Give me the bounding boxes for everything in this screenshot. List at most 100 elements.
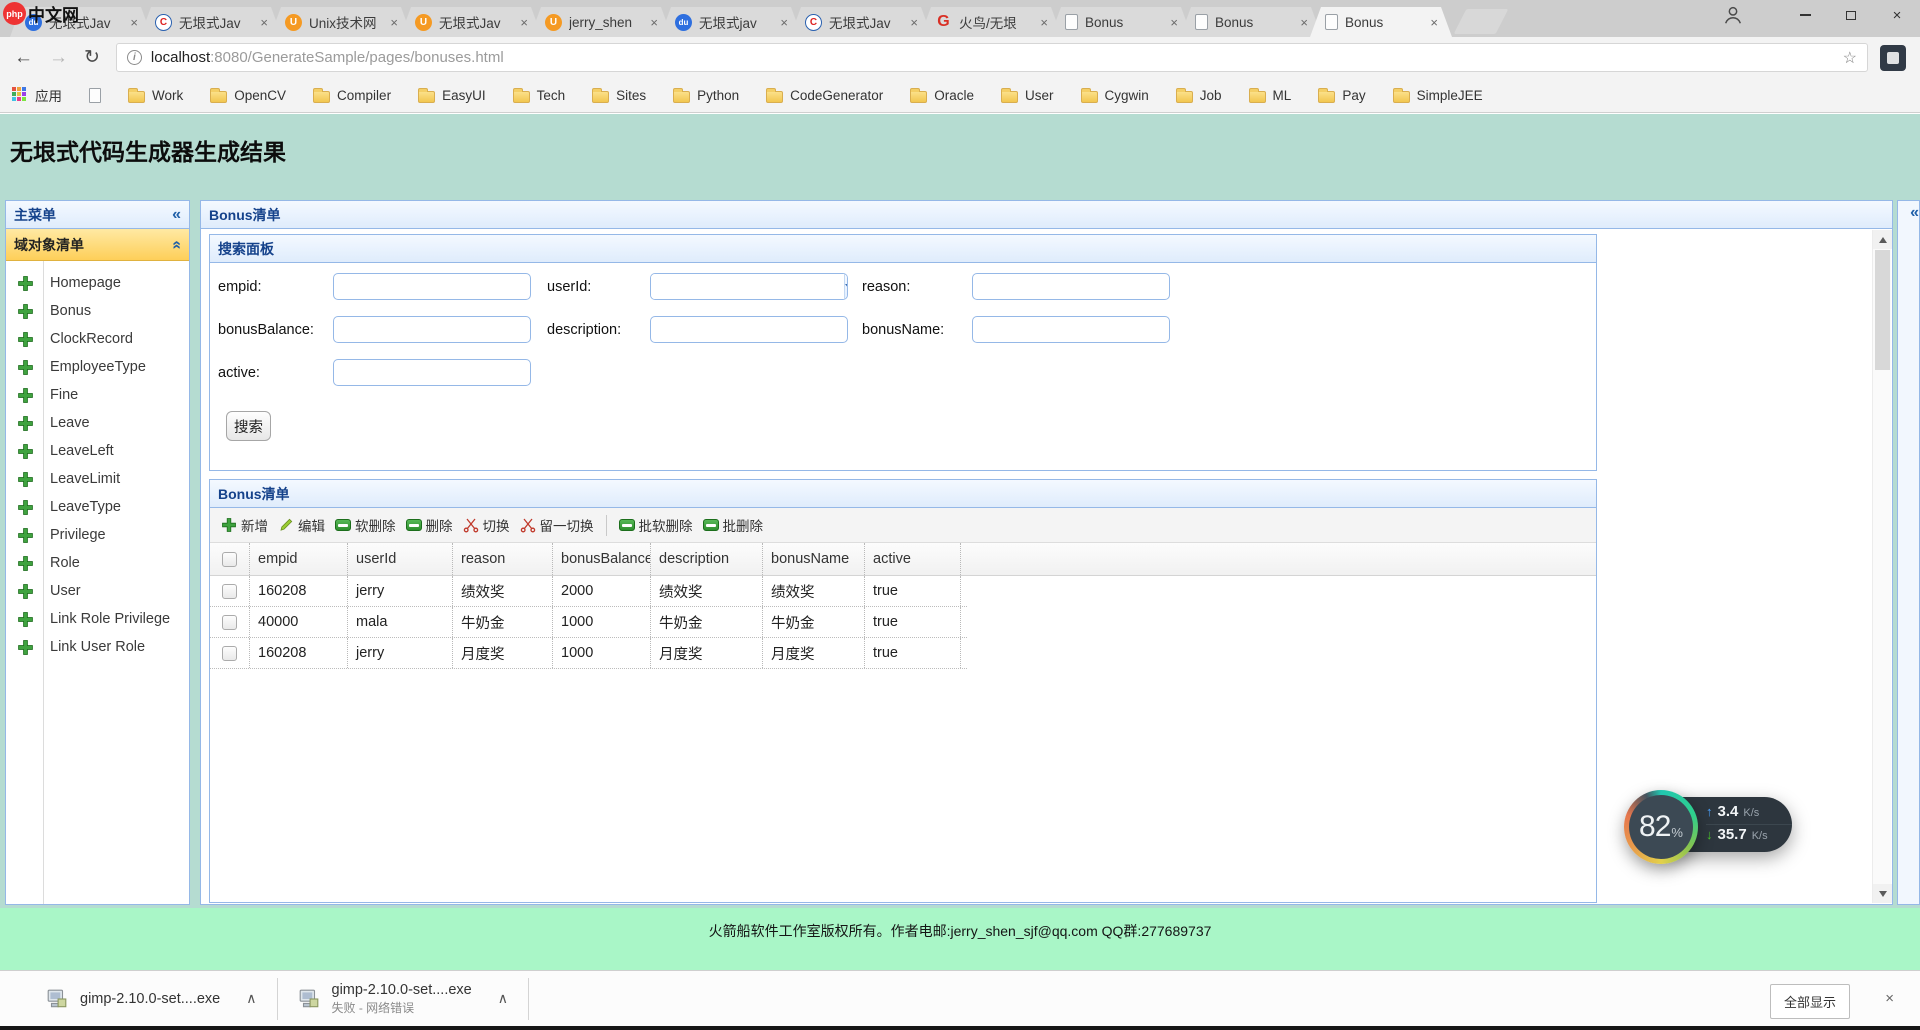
download-bar-close-icon[interactable]: × — [1885, 990, 1894, 1007]
bookmark-folder-pay[interactable]: Pay — [1318, 88, 1365, 103]
tab-close-icon[interactable]: × — [910, 15, 918, 30]
tab-close-icon[interactable]: × — [1430, 15, 1438, 30]
bookmark-folder-user[interactable]: User — [1001, 88, 1054, 103]
download-item-1[interactable]: gimp-2.10.0-set....exe ∧ — [46, 988, 257, 1010]
table-row[interactable]: 160208 jerry 月度奖 1000 月度奖 月度奖 true — [210, 638, 967, 669]
bookmark-folder-codegenerator[interactable]: CodeGenerator — [766, 88, 883, 103]
show-all-downloads-button[interactable]: 全部显示 — [1770, 984, 1850, 1019]
collapse-up-icon[interactable]: « — [169, 240, 185, 249]
scroll-down-button[interactable] — [1873, 884, 1892, 903]
chevron-down-icon[interactable] — [844, 274, 848, 299]
column-header-description[interactable]: description — [651, 543, 763, 575]
window-close-button[interactable]: × — [1874, 0, 1920, 30]
bookmark-page-icon[interactable] — [89, 88, 101, 103]
apps-shortcut[interactable]: 应用 — [12, 85, 62, 105]
tab-unix-tech[interactable]: U Unix技术网 × — [270, 7, 412, 37]
column-header-userid[interactable]: userId — [348, 543, 453, 575]
column-header-reason[interactable]: reason — [453, 543, 553, 575]
tab-wuyinshi-java-2[interactable]: C 无垠式Jav × — [140, 7, 282, 37]
bookmark-folder-compiler[interactable]: Compiler — [313, 88, 391, 103]
column-header-bonusname[interactable]: bonusName — [763, 543, 865, 575]
bookmark-folder-work[interactable]: Work — [128, 88, 183, 103]
bookmark-folder-ml[interactable]: ML — [1249, 88, 1292, 103]
bookmark-folder-easyui[interactable]: EasyUI — [418, 88, 486, 103]
scrollbar-thumb[interactable] — [1875, 250, 1890, 370]
profile-avatar-icon[interactable] — [1722, 4, 1744, 26]
bonusbalance-input[interactable] — [333, 316, 531, 343]
tab-wuyinshi-java-5[interactable]: C 无垠式Jav × — [790, 7, 932, 37]
keep-one-toggle-button[interactable]: 留一切换 — [515, 512, 599, 538]
tab-close-icon[interactable]: × — [1300, 15, 1308, 30]
tab-jerry-shen[interactable]: U jerry_shen × — [530, 7, 672, 37]
description-input[interactable] — [650, 316, 848, 343]
sidebar-item-clockrecord[interactable]: ClockRecord — [6, 325, 189, 353]
bookmark-folder-job[interactable]: Job — [1176, 88, 1222, 103]
tab-wuyinshi-java-4[interactable]: du 无垠式jav × — [660, 7, 802, 37]
table-row[interactable]: 40000 mala 牛奶金 1000 牛奶金 牛奶金 true — [210, 607, 967, 638]
tab-close-icon[interactable]: × — [390, 15, 398, 30]
new-tab-button[interactable] — [1454, 9, 1509, 34]
tab-wuyinshi-java-3[interactable]: U 无垠式Jav × — [400, 7, 542, 37]
delete-button[interactable]: 删除 — [401, 512, 458, 538]
row-checkbox[interactable] — [222, 615, 237, 630]
sidebar-item-homepage[interactable]: Homepage — [6, 269, 189, 297]
collapse-left-icon[interactable]: « — [172, 207, 181, 223]
memory-gauge-ring[interactable]: 82 % — [1624, 790, 1698, 864]
sidebar-item-leavetype[interactable]: LeaveType — [6, 493, 189, 521]
download-item-2[interactable]: gimp-2.10.0-set....exe 失败 - 网络错误 ∧ — [298, 982, 509, 1016]
info-icon[interactable]: i — [127, 50, 142, 65]
tab-close-icon[interactable]: × — [650, 15, 658, 30]
sidebar-item-employeetype[interactable]: EmployeeType — [6, 353, 189, 381]
minimize-button[interactable] — [1782, 0, 1828, 30]
soft-delete-button[interactable]: 软删除 — [330, 512, 401, 538]
row-checkbox[interactable] — [222, 646, 237, 661]
accordion-header-domain-objects[interactable]: 域对象清单 « — [6, 229, 189, 261]
bookmark-folder-sites[interactable]: Sites — [592, 88, 646, 103]
bookmark-folder-python[interactable]: Python — [673, 88, 739, 103]
bookmark-folder-opencv[interactable]: OpenCV — [210, 88, 286, 103]
tab-huoniao[interactable]: G 火鸟/无垠 × — [920, 7, 1062, 37]
column-header-empid[interactable]: empid — [250, 543, 348, 575]
maximize-button[interactable] — [1828, 0, 1874, 30]
batch-delete-button[interactable]: 批删除 — [698, 512, 769, 538]
sidebar-item-leavelimit[interactable]: LeaveLimit — [6, 465, 189, 493]
userid-combo-input[interactable] — [651, 274, 844, 299]
chevron-up-icon[interactable]: ∧ — [246, 990, 256, 1007]
bookmark-folder-simplejee[interactable]: SimpleJEE — [1393, 88, 1483, 103]
bookmark-folder-tech[interactable]: Tech — [513, 88, 566, 103]
bookmark-star-icon[interactable]: ☆ — [1843, 48, 1857, 68]
sidebar-item-leave[interactable]: Leave — [6, 409, 189, 437]
row-checkbox[interactable] — [222, 584, 237, 599]
column-header-bonusbalance[interactable]: bonusBalance — [553, 543, 651, 575]
sidebar-item-link-role-privilege[interactable]: Link Role Privilege — [6, 605, 189, 633]
address-bar[interactable]: i localhost:8080/GenerateSample/pages/bo… — [116, 43, 1868, 72]
network-speed-widget[interactable]: ↑ 3.4 K/s ↓ 35.7 K/s 82 % — [1622, 786, 1822, 872]
tab-close-icon[interactable]: × — [260, 15, 268, 30]
userid-combobox[interactable] — [650, 273, 848, 300]
sidebar-item-link-user-role[interactable]: Link User Role — [6, 633, 189, 661]
tab-bonus-active[interactable]: Bonus × — [1310, 7, 1452, 37]
bookmark-folder-cygwin[interactable]: Cygwin — [1081, 88, 1149, 103]
edit-button[interactable]: 编辑 — [273, 512, 330, 538]
batch-soft-delete-button[interactable]: 批软删除 — [614, 512, 698, 538]
table-row[interactable]: 160208 jerry 绩效奖 2000 绩效奖 绩效奖 true — [210, 576, 967, 607]
reload-icon[interactable]: ↻ — [84, 46, 100, 69]
column-header-active[interactable]: active — [865, 543, 961, 575]
tab-close-icon[interactable]: × — [130, 15, 138, 30]
tab-close-icon[interactable]: × — [1040, 15, 1048, 30]
vertical-scrollbar[interactable] — [1872, 230, 1891, 903]
scroll-up-button[interactable] — [1873, 230, 1892, 249]
forward-icon[interactable]: → — [49, 47, 68, 69]
tab-bonus-1[interactable]: Bonus × — [1050, 7, 1192, 37]
empid-input[interactable] — [333, 273, 531, 300]
tab-bonus-2[interactable]: Bonus × — [1180, 7, 1322, 37]
east-collapsed-panel[interactable]: « — [1897, 200, 1920, 905]
select-all-checkbox[interactable] — [222, 552, 237, 567]
sidebar-item-privilege[interactable]: Privilege — [6, 521, 189, 549]
add-button[interactable]: 新增 — [216, 512, 273, 538]
tab-close-icon[interactable]: × — [780, 15, 788, 30]
reason-input[interactable] — [972, 273, 1170, 300]
sidebar-item-leaveleft[interactable]: LeaveLeft — [6, 437, 189, 465]
tab-close-icon[interactable]: × — [1170, 15, 1178, 30]
search-button[interactable]: 搜索 — [226, 411, 271, 441]
